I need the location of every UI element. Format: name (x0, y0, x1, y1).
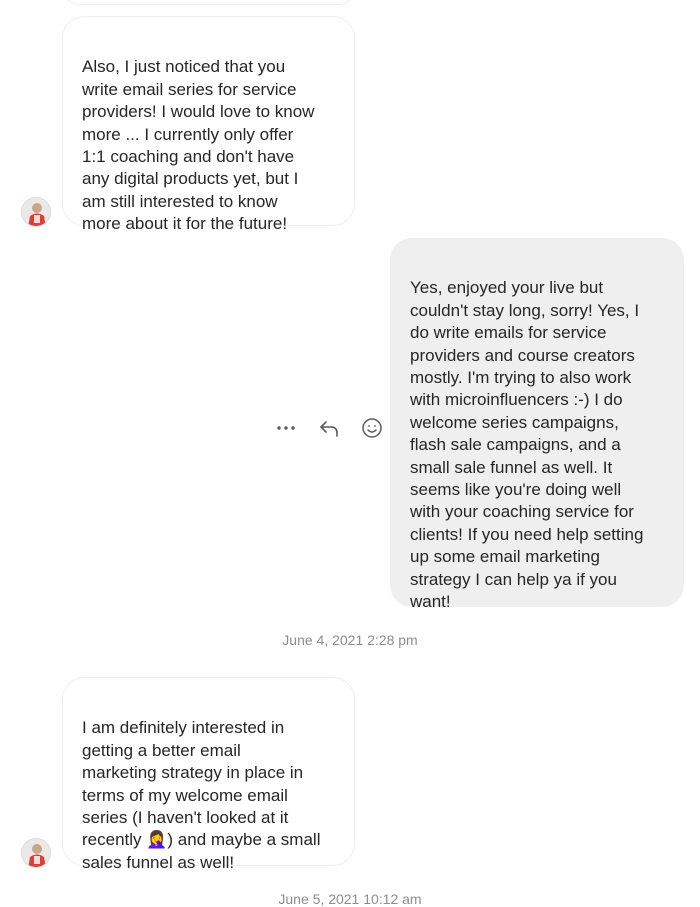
sender-avatar[interactable] (21, 838, 51, 868)
received-message-bubble[interactable]: I am definitely interested in getting a … (62, 677, 355, 872)
message-timestamp: June 5, 2021 10:12 am (278, 891, 422, 907)
sent-message-bubble[interactable]: Yes, enjoyed your live but couldn't stay… (390, 238, 684, 611)
message-text: I am definitely interested in getting a … (82, 718, 321, 872)
emoji-react-icon[interactable] (358, 414, 386, 442)
previous-message-bubble-edge (62, 0, 356, 5)
sender-avatar[interactable] (21, 197, 51, 227)
reply-icon[interactable] (315, 414, 343, 442)
received-message-bubble[interactable]: Also, I just noticed that you write emai… (62, 16, 355, 233)
more-options-icon[interactable] (272, 414, 300, 442)
message-text: Yes, enjoyed your live but couldn't stay… (410, 278, 644, 612)
message-text: Also, I just noticed that you write emai… (82, 57, 315, 234)
message-timestamp: June 4, 2021 2:28 pm (282, 632, 418, 648)
message-actions (272, 414, 386, 442)
